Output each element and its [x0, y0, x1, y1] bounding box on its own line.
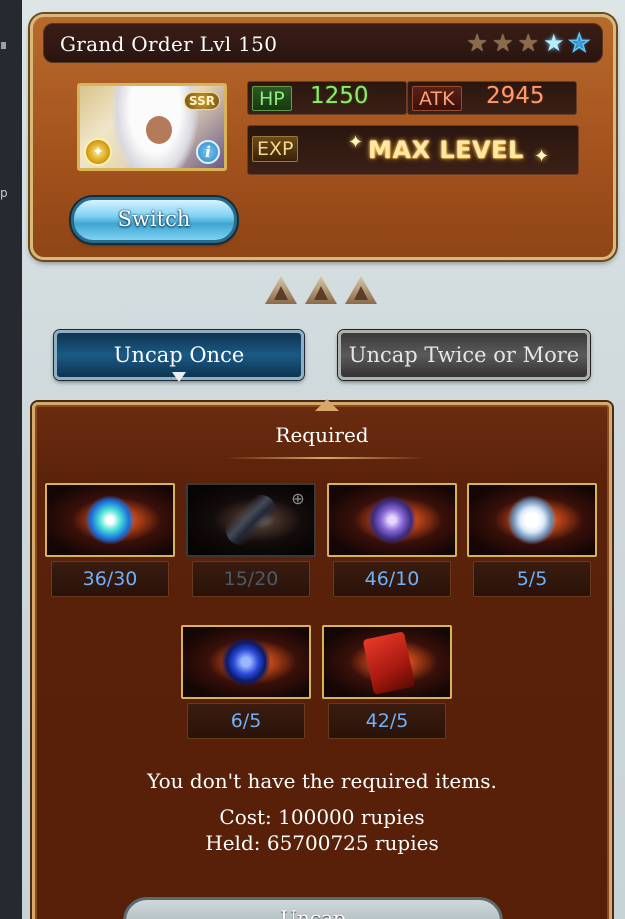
required-item[interactable]: ⊕ 15/20 — [186, 483, 316, 597]
item-count: 5/5 — [473, 561, 591, 597]
tab-uncap-twice-or-more[interactable]: Uncap Twice or More — [338, 330, 590, 380]
uncap-triangle-icon — [265, 276, 297, 304]
character-card: Grand Order Lvl 150 ★ ★ ★ ★ ★ SSR ✦ i HP… — [30, 14, 616, 260]
star-icon: ★ — [491, 29, 514, 57]
star-icon: ★ — [542, 29, 565, 57]
item-count: 42/5 — [328, 703, 446, 739]
cost-text: Cost: 100000 rupies — [219, 805, 425, 829]
max-level-text: MAX LEVEL — [368, 136, 524, 164]
zoom-icon[interactable]: ⊕ — [288, 489, 308, 509]
star-outline-icon: ★ — [568, 29, 591, 57]
switch-label: Switch — [117, 207, 191, 231]
item-count: 36/30 — [51, 561, 169, 597]
switch-button[interactable]: Switch — [71, 197, 237, 243]
white-flame-icon — [467, 483, 597, 557]
required-item[interactable]: 42/5 — [322, 625, 452, 739]
blue-feather-icon: ⊕ — [186, 483, 316, 557]
ssr-badge: SSR — [184, 92, 220, 110]
required-item[interactable]: 36/30 — [45, 483, 175, 597]
uncap-level-indicator — [265, 276, 377, 304]
exp-stat: EXP ✦ MAX LEVEL ✦ — [247, 125, 579, 175]
light-element-icon: ✦ — [84, 138, 112, 166]
item-count: 15/20 — [192, 561, 310, 597]
side-marker — [1, 42, 6, 49]
info-icon[interactable]: i — [196, 140, 220, 164]
required-item[interactable]: 5/5 — [467, 483, 597, 597]
item-count: 6/5 — [187, 703, 305, 739]
divider — [225, 457, 425, 459]
uncap-triangle-icon — [345, 276, 377, 304]
red-scroll-icon — [322, 625, 452, 699]
uncap-button[interactable]: Uncap — [123, 897, 503, 919]
card-title: Grand Order Lvl 150 — [60, 32, 278, 56]
star-icon: ★ — [466, 29, 488, 57]
character-portrait[interactable]: SSR ✦ i — [77, 83, 227, 171]
star-icon: ★ — [517, 29, 539, 57]
uncap-panel: Grand Order Lvl 150 ★ ★ ★ ★ ★ SSR ✦ i HP… — [22, 0, 625, 919]
atk-stat: ATK 2945 — [407, 81, 577, 115]
required-title: Required — [275, 423, 369, 447]
ornament-icon — [315, 399, 339, 411]
crystal-gem-icon — [45, 483, 175, 557]
hp-label: HP — [252, 86, 292, 111]
sparkle-icon: ✦ — [348, 132, 364, 153]
blue-flame-icon — [181, 625, 311, 699]
hp-stat: HP 1250 — [247, 81, 407, 115]
exp-label: EXP — [252, 136, 299, 162]
portrait-art-face — [146, 116, 172, 144]
hp-value: 1250 — [310, 83, 369, 109]
held-text: Held: 65700725 rupies — [205, 831, 439, 855]
dark-orb-icon — [327, 483, 457, 557]
side-strip: p — [0, 0, 22, 919]
required-panel: Required 36/30 ⊕ 15/20 46/10 5/5 6/5 42/… — [32, 399, 612, 919]
requirement-message: You don't have the required items. — [147, 769, 497, 793]
uncap-stars: ★ ★ ★ ★ ★ — [466, 29, 591, 57]
uncap-triangle-icon — [305, 276, 337, 304]
atk-value: 2945 — [486, 83, 545, 109]
card-header: Grand Order Lvl 150 ★ ★ ★ ★ ★ — [43, 23, 603, 63]
atk-label: ATK — [412, 86, 462, 111]
item-count: 46/10 — [333, 561, 451, 597]
required-item[interactable]: 46/10 — [327, 483, 457, 597]
side-label: p — [0, 186, 8, 200]
required-item[interactable]: 6/5 — [181, 625, 311, 739]
sparkle-icon: ✦ — [534, 146, 550, 167]
